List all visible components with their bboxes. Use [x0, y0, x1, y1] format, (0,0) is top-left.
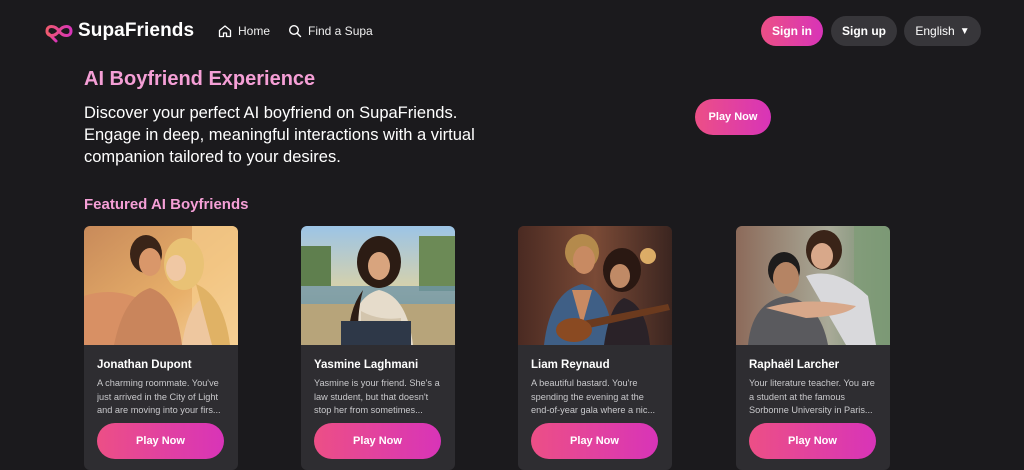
- hero-play-button[interactable]: Play Now: [695, 99, 771, 135]
- sign-in-button[interactable]: Sign in: [761, 16, 823, 46]
- character-image[interactable]: [736, 226, 890, 345]
- character-image[interactable]: [301, 226, 455, 345]
- nav-find-label: Find a Supa: [308, 24, 373, 38]
- hero-title: AI Boyfriend Experience: [84, 68, 316, 90]
- featured-section-title: Featured AI Boyfriends: [84, 196, 249, 213]
- play-now-button[interactable]: Play Now: [314, 423, 441, 459]
- character-card[interactable]: Yasmine Laghmani Yasmine is your friend.…: [301, 226, 455, 470]
- brand-name: SupaFriends: [78, 20, 195, 41]
- character-name: Liam Reynaud: [531, 359, 610, 371]
- top-nav: SupaFriends Home Find a Supa Sign in Sig…: [0, 0, 1024, 62]
- brand-logo[interactable]: SupaFriends: [43, 18, 194, 44]
- character-description: Yasmine is your friend. She's a law stud…: [314, 378, 440, 415]
- play-now-button[interactable]: Play Now: [531, 423, 658, 459]
- home-icon: [218, 25, 232, 38]
- nav-home-label: Home: [238, 24, 271, 38]
- character-description: Your literature teacher. You are a stude…: [749, 378, 875, 415]
- play-now-button[interactable]: Play Now: [749, 423, 876, 459]
- character-image[interactable]: [84, 226, 238, 345]
- play-now-button[interactable]: Play Now: [97, 423, 224, 459]
- character-name: Jonathan Dupont: [97, 359, 192, 371]
- character-image[interactable]: [518, 226, 672, 345]
- character-description: A beautiful bastard. You're spending the…: [531, 378, 656, 415]
- nav-home-link[interactable]: Home: [218, 24, 270, 38]
- character-name: Yasmine Laghmani: [314, 359, 419, 371]
- character-description: A charming roommate. You've just arrived…: [97, 378, 221, 415]
- character-illustration: [518, 226, 672, 345]
- character-card[interactable]: Jonathan Dupont A charming roommate. You…: [84, 226, 238, 470]
- character-card[interactable]: Liam Reynaud A beautiful bastard. You're…: [518, 226, 672, 470]
- language-select[interactable]: English ▼: [904, 16, 981, 46]
- sign-up-button[interactable]: Sign up: [831, 16, 897, 46]
- infinity-heart-logo-icon: [45, 25, 73, 43]
- language-label: English: [915, 24, 955, 38]
- character-illustration: [736, 226, 890, 345]
- character-illustration: [301, 226, 455, 345]
- caret-down-icon: ▼: [959, 25, 970, 37]
- search-icon: [288, 24, 302, 38]
- character-card[interactable]: Raphaël Larcher Your literature teacher.…: [736, 226, 890, 470]
- character-illustration: [84, 226, 238, 345]
- nav-find-link[interactable]: Find a Supa: [288, 24, 373, 38]
- character-name: Raphaël Larcher: [749, 359, 840, 371]
- hero-description: Discover your perfect AI boyfriend on Su…: [84, 104, 475, 166]
